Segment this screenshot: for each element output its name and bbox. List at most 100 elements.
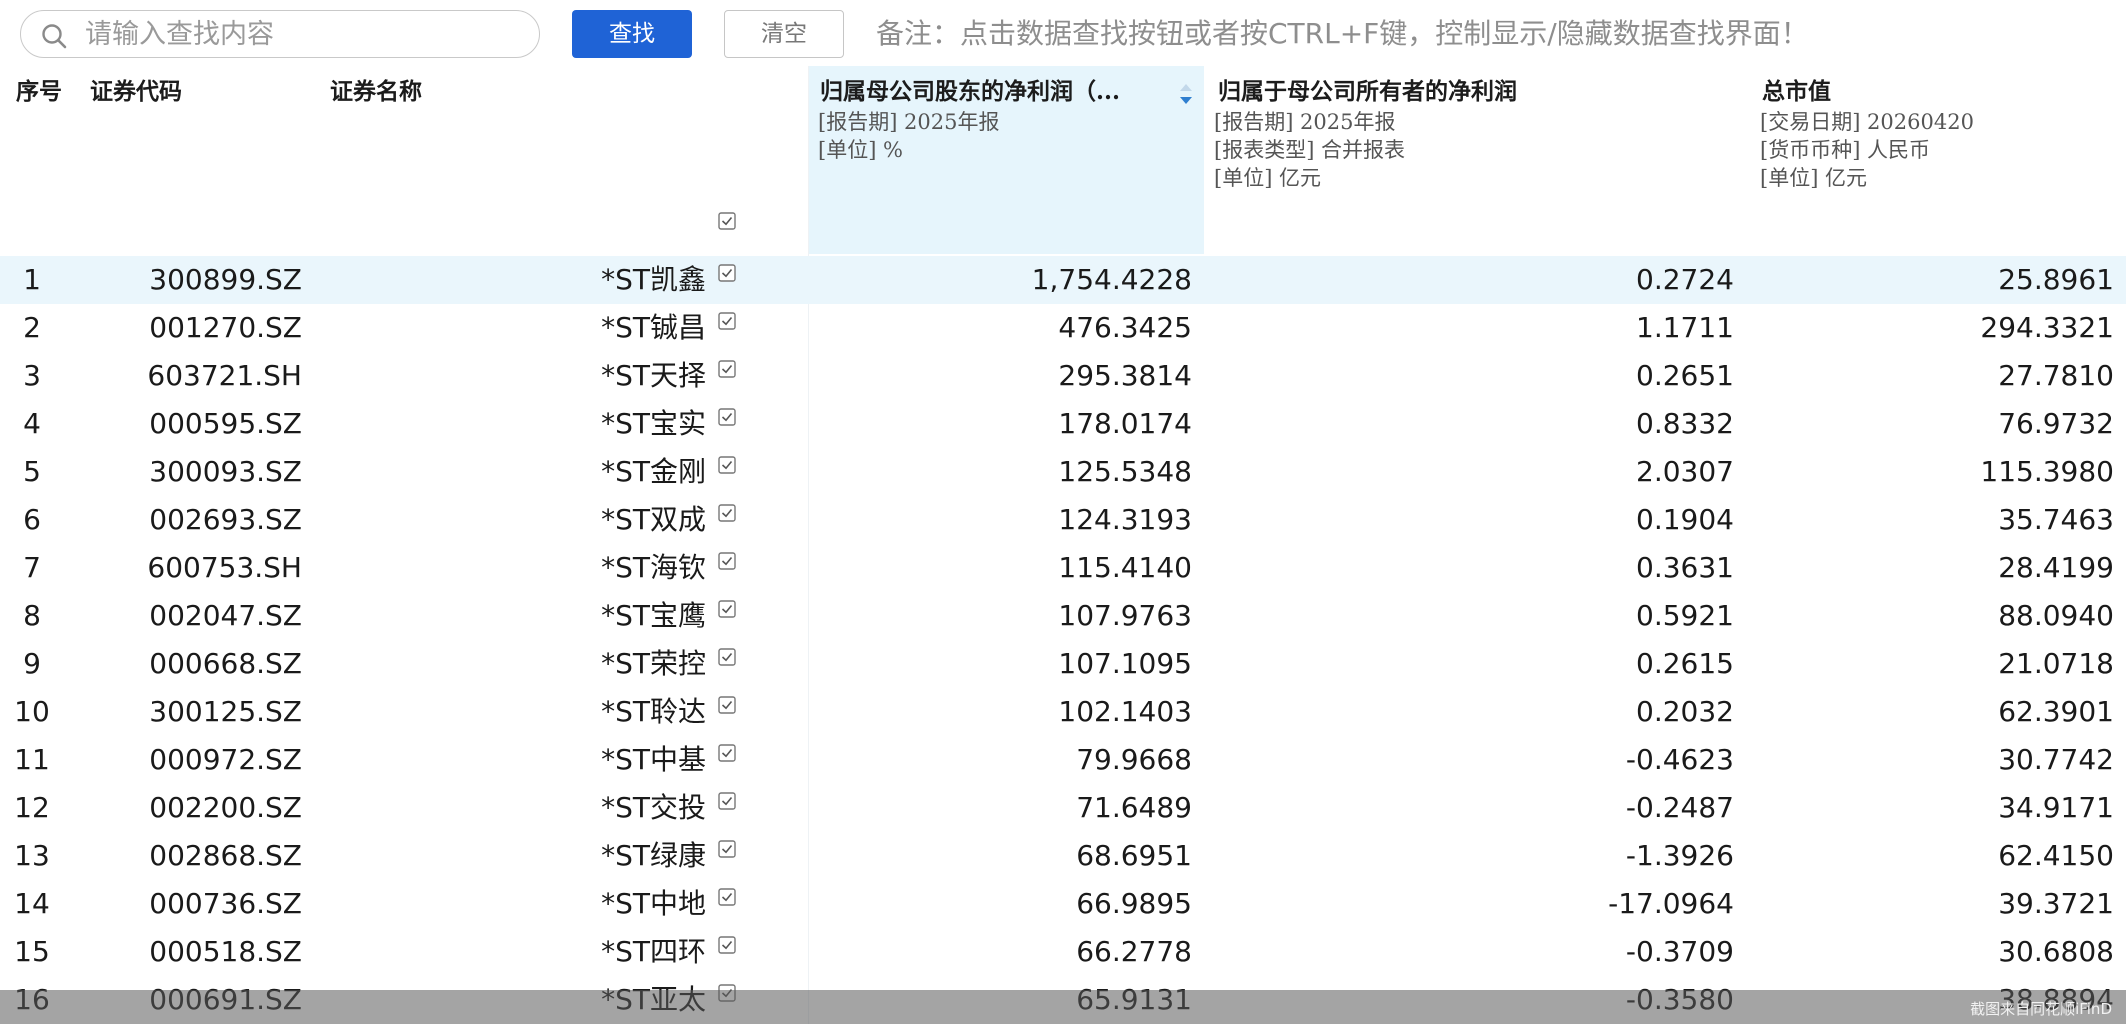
- checkbox-checked-icon[interactable]: [718, 552, 736, 570]
- row-name: *ST金刚: [601, 455, 706, 488]
- find-button[interactable]: 查找: [572, 10, 692, 58]
- table-row[interactable]: 2 001270.SZ *ST铖昌 476.3425 1.1711 294.3321: [0, 304, 2126, 352]
- row-net-profit: 0.2615: [1636, 647, 1734, 680]
- row-market-cap: 27.7810: [1998, 359, 2114, 392]
- table-row[interactable]: 5 300093.SZ *ST金刚 125.5348 2.0307 115.3980: [0, 448, 2126, 496]
- row-market-cap: 30.7742: [1998, 743, 2114, 776]
- header-seq[interactable]: 序号: [0, 66, 78, 254]
- header-net-profit[interactable]: 归属于母公司所有者的净利润 [报告期] 2025年报 [报表类型] 合并报表 […: [1204, 66, 1754, 254]
- table-row[interactable]: 14 000736.SZ *ST中地 66.9895 -17.0964 39.3721: [0, 880, 2126, 928]
- table-row[interactable]: 9 000668.SZ *ST荣控 107.1095 0.2615 21.0718: [0, 640, 2126, 688]
- row-profit-growth: 71.6489: [1076, 791, 1192, 824]
- table-row[interactable]: 12 002200.SZ *ST交投 71.6489 -0.2487 34.9171: [0, 784, 2126, 832]
- search-icon: [42, 24, 67, 49]
- row-net-profit: 0.2032: [1636, 695, 1734, 728]
- row-code: 603721.SH: [147, 359, 302, 392]
- checkbox-checked-icon[interactable]: [718, 792, 736, 810]
- row-market-cap: 76.9732: [1998, 407, 2114, 440]
- row-market-cap: 25.8961: [1998, 263, 2114, 296]
- search-box[interactable]: [20, 10, 540, 58]
- checkbox-checked-icon[interactable]: [718, 360, 736, 378]
- row-market-cap: 39.3721: [1998, 887, 2114, 920]
- row-seq: 8: [23, 599, 41, 632]
- header-profit-param: [单位] %: [818, 138, 904, 162]
- checkbox-checked-icon[interactable]: [718, 744, 736, 762]
- row-code: 002200.SZ: [149, 791, 302, 824]
- table-row[interactable]: 8 002047.SZ *ST宝鹰 107.9763 0.5921 88.0940: [0, 592, 2126, 640]
- row-code: 600753.SH: [147, 551, 302, 584]
- row-market-cap: 62.4150: [1998, 839, 2114, 872]
- header-netp-param: [单位] 亿元: [1214, 166, 1322, 190]
- row-net-profit: -0.3709: [1625, 935, 1734, 968]
- row-profit-growth: 178.0174: [1058, 407, 1192, 440]
- checkbox-checked-icon[interactable]: [718, 840, 736, 858]
- row-market-cap: 88.0940: [1998, 599, 2114, 632]
- row-name: *ST天择: [601, 359, 706, 392]
- table-row[interactable]: 4 000595.SZ *ST宝实 178.0174 0.8332 76.9732: [0, 400, 2126, 448]
- search-input[interactable]: [85, 17, 525, 51]
- checkbox-checked-icon[interactable]: [718, 456, 736, 474]
- row-name: *ST绿康: [601, 839, 706, 872]
- checkbox-checked-icon[interactable]: [718, 408, 736, 426]
- bottom-overlay: 截图来自同花顺iFinD: [0, 990, 2126, 1024]
- row-seq: 13: [14, 839, 50, 872]
- row-profit-growth: 102.1403: [1058, 695, 1192, 728]
- clear-button[interactable]: 清空: [724, 10, 844, 58]
- checkbox-checked-icon[interactable]: [718, 504, 736, 522]
- row-name: *ST聆达: [601, 695, 706, 728]
- row-profit-growth: 66.2778: [1076, 935, 1192, 968]
- row-profit-growth: 66.9895: [1076, 887, 1192, 920]
- header-profit-growth[interactable]: 归属母公司股东的净利润（... [报告期] 2025年报 [单位] %: [808, 66, 1204, 254]
- table-row[interactable]: 13 002868.SZ *ST绿康 68.6951 -1.3926 62.4150: [0, 832, 2126, 880]
- checkbox-checked-icon[interactable]: [718, 600, 736, 618]
- sort-desc-icon[interactable]: [1178, 82, 1194, 108]
- checkbox-checked-icon[interactable]: [718, 888, 736, 906]
- table-row[interactable]: 10 300125.SZ *ST聆达 102.1403 0.2032 62.3901: [0, 688, 2126, 736]
- row-name: *ST宝鹰: [601, 599, 706, 632]
- header-netp-title: 归属于母公司所有者的净利润: [1218, 78, 1517, 105]
- row-net-profit: 2.0307: [1636, 455, 1734, 488]
- row-net-profit: 0.1904: [1636, 503, 1734, 536]
- row-seq: 1: [23, 263, 41, 296]
- row-net-profit: 0.2724: [1636, 263, 1734, 296]
- header-mcap-param: [货币币种] 人民币: [1760, 138, 1931, 162]
- header-market-cap[interactable]: 总市值 [交易日期] 20260420 [货币币种] 人民币 [单位] 亿元: [1754, 66, 2126, 254]
- row-seq: 9: [23, 647, 41, 680]
- row-market-cap: 35.7463: [1998, 503, 2114, 536]
- header-profit-title: 归属母公司股东的净利润（...: [820, 78, 1121, 105]
- row-code: 000972.SZ: [149, 743, 302, 776]
- row-seq: 2: [23, 311, 41, 344]
- row-code: 300899.SZ: [149, 263, 302, 296]
- checkbox-checked-icon[interactable]: [718, 696, 736, 714]
- row-code: 002047.SZ: [149, 599, 302, 632]
- row-profit-growth: 125.5348: [1058, 455, 1192, 488]
- header-code[interactable]: 证券代码: [78, 66, 318, 254]
- row-profit-growth: 107.1095: [1058, 647, 1192, 680]
- row-net-profit: 0.2651: [1636, 359, 1734, 392]
- checkbox-checked-icon[interactable]: [718, 648, 736, 666]
- row-market-cap: 21.0718: [1998, 647, 2114, 680]
- checkbox-checked-icon[interactable]: [718, 212, 736, 230]
- checkbox-checked-icon[interactable]: [718, 312, 736, 330]
- row-name: *ST海钦: [601, 551, 706, 584]
- row-code: 001270.SZ: [149, 311, 302, 344]
- row-code: 000668.SZ: [149, 647, 302, 680]
- table-row[interactable]: 3 603721.SH *ST天择 295.3814 0.2651 27.7810: [0, 352, 2126, 400]
- row-profit-growth: 68.6951: [1076, 839, 1192, 872]
- checkbox-checked-icon[interactable]: [718, 936, 736, 954]
- row-seq: 14: [14, 887, 50, 920]
- table-row[interactable]: 7 600753.SH *ST海钦 115.4140 0.3631 28.4199: [0, 544, 2126, 592]
- table-row[interactable]: 11 000972.SZ *ST中基 79.9668 -0.4623 30.7742: [0, 736, 2126, 784]
- row-market-cap: 115.3980: [1980, 455, 2114, 488]
- checkbox-checked-icon[interactable]: [718, 264, 736, 282]
- row-seq: 3: [23, 359, 41, 392]
- header-profit-param: [报告期] 2025年报: [818, 110, 1000, 134]
- table-row[interactable]: 1 300899.SZ *ST凯鑫 1,754.4228 0.2724 25.8961: [0, 256, 2126, 304]
- row-seq: 11: [14, 743, 50, 776]
- row-net-profit: 0.8332: [1636, 407, 1734, 440]
- row-net-profit: -17.0964: [1608, 887, 1734, 920]
- table-row[interactable]: 6 002693.SZ *ST双成 124.3193 0.1904 35.7463: [0, 496, 2126, 544]
- header-name-label: 证券名称: [330, 78, 422, 105]
- row-net-profit: 1.1711: [1636, 311, 1734, 344]
- table-row[interactable]: 15 000518.SZ *ST四环 66.2778 -0.3709 30.6808: [0, 928, 2126, 976]
